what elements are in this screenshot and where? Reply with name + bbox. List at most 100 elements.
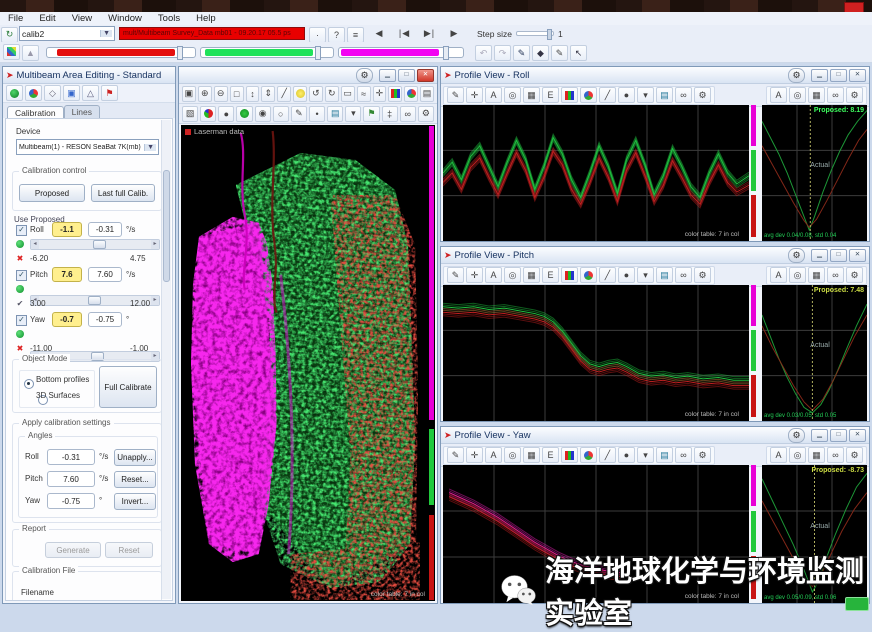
slider-left-arrow-icon[interactable]: ◂: [31, 240, 39, 249]
step-size-thumb[interactable]: [547, 29, 552, 40]
line-draw-icon[interactable]: ╱: [599, 447, 616, 463]
point-icon[interactable]: ●: [618, 267, 635, 283]
point-icon[interactable]: ●: [618, 447, 635, 463]
crop-icon[interactable]: ▣: [182, 86, 196, 102]
cursor-icon[interactable]: ↖: [570, 45, 587, 61]
angle-value-box[interactable]: -0.75: [47, 493, 95, 509]
dropdown-icon[interactable]: ▾: [637, 87, 654, 103]
gear-icon[interactable]: ⚙: [418, 106, 434, 122]
generate-button[interactable]: Generate: [45, 542, 101, 558]
minimize-icon[interactable]: ▁: [811, 249, 828, 262]
point-size-icon[interactable]: ●: [218, 106, 234, 122]
pan-arrows-icon[interactable]: ✛: [466, 267, 483, 283]
current-value-box[interactable]: -0.31: [88, 222, 122, 237]
menu-item-window[interactable]: Window: [100, 13, 150, 24]
blue-marker-icon[interactable]: ▣: [63, 85, 80, 101]
dropdown-icon[interactable]: ▾: [637, 267, 654, 283]
zoom-icon[interactable]: ◎: [504, 447, 521, 463]
rgb-strip-icon[interactable]: [561, 267, 578, 283]
triangle-ruler-icon[interactable]: △: [82, 85, 99, 101]
pan-arrows-icon[interactable]: ✛: [466, 447, 483, 463]
refresh-icon[interactable]: ↻: [1, 27, 18, 43]
palette-grid-icon[interactable]: [3, 44, 20, 60]
survey-field[interactable]: mult/Multibeam Survey_Data mb01 - 09.20.…: [119, 27, 305, 40]
grid-select-icon[interactable]: ▦: [523, 267, 540, 283]
slider-right-arrow-icon[interactable]: ▸: [151, 296, 159, 305]
report-reset-button[interactable]: Reset: [105, 542, 153, 558]
help-icon[interactable]: ?: [328, 27, 345, 43]
profile-e-icon[interactable]: E: [542, 87, 559, 103]
gear-icon[interactable]: ⚙: [788, 68, 805, 83]
left-panel-scrollbar[interactable]: [161, 120, 171, 599]
minimize-icon[interactable]: ▁: [379, 69, 396, 82]
pin-icon[interactable]: ‡: [382, 106, 398, 122]
zoom-a-icon[interactable]: A: [485, 447, 502, 463]
step-forward-icon[interactable]: ▶: [443, 26, 466, 42]
zoom-a-icon[interactable]: A: [770, 267, 787, 283]
view-3d-icon[interactable]: ▧: [182, 106, 198, 122]
magenta-range-handle[interactable]: [443, 46, 449, 60]
zoom-icon[interactable]: ◎: [504, 267, 521, 283]
link-icon[interactable]: ∞: [827, 447, 844, 463]
zoom-icon[interactable]: ◎: [789, 267, 806, 283]
color-pie-icon[interactable]: [580, 447, 597, 463]
link-icon[interactable]: ∞: [675, 87, 692, 103]
unapply-button[interactable]: Unapply...: [114, 449, 156, 466]
chevron-down-icon[interactable]: ▼: [144, 144, 156, 151]
device-combo[interactable]: Multibeam(1) - RESON SeaBat 7K(mb) ▼: [16, 139, 159, 155]
link-icon[interactable]: ∞: [400, 106, 416, 122]
zoom-a-icon[interactable]: A: [485, 267, 502, 283]
zoom-a-icon[interactable]: A: [770, 447, 787, 463]
pencil-icon[interactable]: ✎: [447, 87, 464, 103]
zoom-a-icon[interactable]: A: [485, 87, 502, 103]
flag-icon[interactable]: ⚑: [101, 85, 118, 101]
chevron-down-icon[interactable]: ▼: [100, 30, 112, 37]
sphere-icon[interactable]: ◉: [255, 106, 271, 122]
proposed-button[interactable]: Proposed: [19, 184, 85, 202]
grid-select-icon[interactable]: ▦: [808, 267, 825, 283]
surface-green-icon[interactable]: [236, 106, 252, 122]
gear-icon[interactable]: ⚙: [788, 428, 805, 443]
fit-vertical-icon[interactable]: ⇕: [261, 86, 275, 102]
current-value-box[interactable]: 7.60: [88, 267, 122, 282]
edit-sheet-icon[interactable]: ▤: [327, 106, 343, 122]
scrollbar-thumb[interactable]: [163, 170, 170, 282]
slider-thumb[interactable]: [93, 240, 106, 249]
link-icon[interactable]: ∞: [827, 87, 844, 103]
convergence-plot[interactable]: Proposed: 7.48 Actual avg dev 0.03/0.05,…: [762, 285, 867, 421]
close-icon[interactable]: ✕: [849, 429, 866, 442]
profile-combo[interactable]: calib2 ▼: [19, 26, 115, 41]
last-full-calib-button[interactable]: Last full Calib.: [91, 184, 155, 202]
pen-icon[interactable]: ✎: [551, 45, 568, 61]
gear-icon[interactable]: ⚙: [846, 447, 863, 463]
edit-box-icon[interactable]: ✎: [513, 45, 530, 61]
close-icon[interactable]: ✕: [849, 69, 866, 82]
profile-mode-icon[interactable]: ≈: [357, 86, 371, 102]
pointer-warning-icon[interactable]: ▲: [22, 45, 39, 61]
maximize-icon[interactable]: □: [830, 249, 847, 262]
color-pie-icon[interactable]: [404, 86, 418, 102]
maximize-icon[interactable]: □: [398, 69, 415, 82]
green-range-handle[interactable]: [315, 46, 321, 60]
link-icon[interactable]: ∞: [675, 267, 692, 283]
grid-select-icon[interactable]: ▦: [523, 447, 540, 463]
proposed-value-box[interactable]: -1.1: [52, 222, 82, 237]
red-range-handle[interactable]: [177, 46, 183, 60]
gear-icon[interactable]: ⚙: [694, 87, 711, 103]
circle-icon[interactable]: ○: [273, 106, 289, 122]
pan-arrows-icon[interactable]: ✛: [466, 87, 483, 103]
edit-sheet-icon[interactable]: ▤: [656, 447, 673, 463]
gear-icon[interactable]: ⚙: [694, 447, 711, 463]
rgb-strip-icon[interactable]: [561, 87, 578, 103]
dropdown-icon[interactable]: ▾: [637, 447, 654, 463]
magenta-range-slider[interactable]: [338, 47, 464, 58]
menu-item-help[interactable]: Help: [188, 13, 224, 24]
pen-icon[interactable]: ✎: [291, 106, 307, 122]
more-icon[interactable]: ·: [309, 27, 326, 43]
slider-right-arrow-icon[interactable]: ▸: [151, 240, 159, 249]
maximize-icon[interactable]: □: [830, 69, 847, 82]
invert-button[interactable]: Invert...: [114, 493, 156, 510]
filter-icon[interactable]: ▾: [345, 106, 361, 122]
point-icon[interactable]: ●: [618, 87, 635, 103]
roll-slider[interactable]: ◂ ▸: [30, 239, 160, 250]
